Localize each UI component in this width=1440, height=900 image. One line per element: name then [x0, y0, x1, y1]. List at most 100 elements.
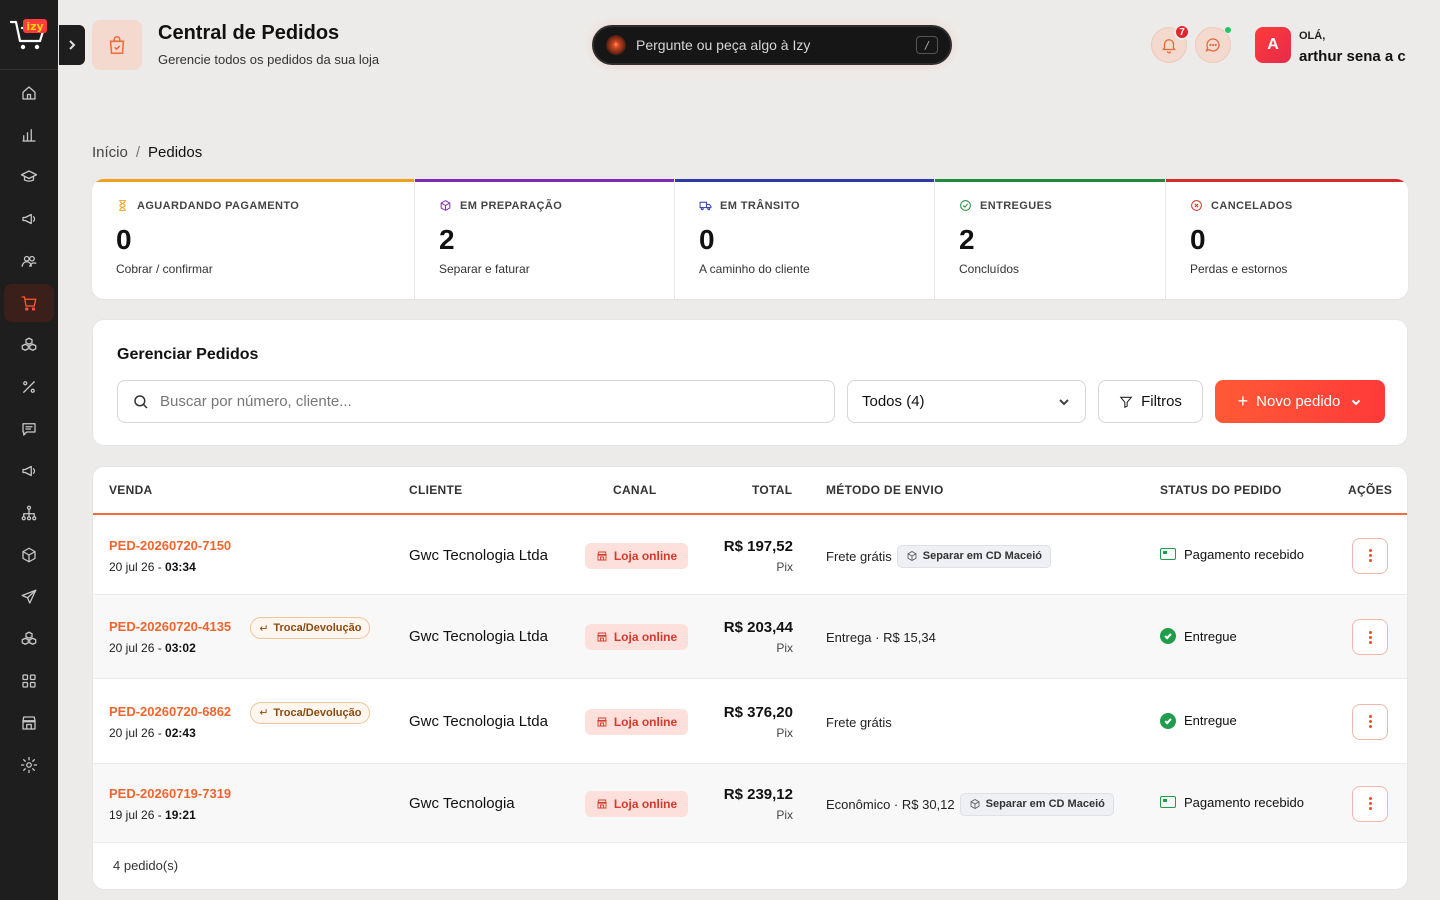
- row-actions-button[interactable]: [1352, 537, 1388, 574]
- shopping-cart-icon: [21, 296, 37, 311]
- status-label: Pagamento recebido: [1184, 546, 1304, 562]
- status-select[interactable]: Todos (4): [847, 380, 1086, 423]
- order-date: 19 jul 26 - 19:21: [109, 808, 196, 822]
- stat-card[interactable]: ENTREGUES 2 Concluídos: [935, 179, 1166, 299]
- shipping-method: Frete grátis Separar em CD Maceió: [826, 544, 1051, 568]
- order-id-link[interactable]: PED-20260720-6862: [109, 704, 231, 719]
- warehouse-badge: Separar em CD Maceió: [959, 792, 1114, 816]
- chat-button[interactable]: [1195, 26, 1232, 63]
- sidebar-toggle-button[interactable]: [59, 25, 85, 65]
- avatar[interactable]: A: [1255, 27, 1291, 63]
- stat-description: Concluídos: [959, 262, 1020, 276]
- table-row[interactable]: PED-20260719-7319 19 jul 26 - 19:21 Gwc Te…: [93, 764, 1407, 843]
- breadcrumb-home[interactable]: Início: [92, 144, 128, 161]
- sidebar-item-home[interactable]: [4, 74, 54, 112]
- shipping-method: Econômico · R$ 30,12 Separar em CD Maceió: [826, 792, 1114, 816]
- table-row[interactable]: PED-20260720-4135 ↵ Troca/Devolução 20 jul …: [93, 595, 1407, 679]
- order-id-link[interactable]: PED-20260720-7150: [109, 538, 231, 553]
- shopping-bag-check-icon: [109, 36, 125, 55]
- row-actions-button[interactable]: [1352, 619, 1388, 655]
- truck-icon: [699, 201, 712, 211]
- sidebar-item-message-square[interactable]: [4, 410, 54, 448]
- sidebar-item-send[interactable]: [4, 578, 54, 616]
- header-status[interactable]: STATUS DO PEDIDO: [1160, 483, 1282, 497]
- percent-icon: [23, 381, 35, 393]
- channel-label: Loja online: [613, 714, 678, 729]
- client-name[interactable]: Gwc Tecnologia Ltda: [409, 713, 548, 730]
- sidebar-item-settings[interactable]: [4, 746, 54, 784]
- sidebar-item-percent[interactable]: [4, 368, 54, 406]
- stat-card[interactable]: AGUARDANDO PAGAMENTO 0 Cobrar / confirmar: [92, 179, 415, 299]
- sidebar-item-megaphone[interactable]: [4, 200, 54, 238]
- filter-icon: [1119, 396, 1133, 408]
- stat-card[interactable]: EM TRÂNSITO 0 A caminho do cliente: [675, 179, 935, 299]
- stat-card[interactable]: EM PREPARAÇÃO 2 Separar e faturar: [415, 179, 675, 299]
- header-client[interactable]: CLIENTE: [409, 483, 462, 497]
- order-total: R$ 203,44: [723, 619, 793, 636]
- order-id-link[interactable]: PED-20260719-7319: [109, 786, 231, 801]
- izy-logo[interactable]: izy: [0, 0, 58, 70]
- filters-label: Filtros: [1141, 393, 1182, 410]
- order-date: 20 jul 26 - 03:34: [109, 560, 196, 574]
- check-circle-icon: [960, 200, 971, 211]
- header-channel[interactable]: CANAL: [613, 483, 657, 497]
- more-vertical-icon: [1368, 715, 1372, 718]
- status-label: Entregue: [1184, 628, 1237, 644]
- order-date-day: 19 jul 26 -: [109, 807, 166, 822]
- payment-method: Pix: [776, 559, 793, 574]
- stat-value: 0: [699, 224, 715, 255]
- stat-card[interactable]: CANCELADOS 0 Perdas e estornos: [1166, 179, 1408, 299]
- sidebar-item-store[interactable]: [4, 704, 54, 742]
- notifications-button[interactable]: 7: [1151, 24, 1190, 63]
- search-icon: [134, 394, 148, 409]
- search-box[interactable]: [117, 380, 835, 423]
- sidebar-item-boxes[interactable]: [4, 326, 54, 364]
- megaphone-icon: [22, 213, 36, 225]
- new-order-button[interactable]: + Novo pedido: [1215, 380, 1385, 423]
- sidebar-item-package[interactable]: [4, 536, 54, 574]
- row-actions-button[interactable]: [1352, 785, 1388, 822]
- sidebar-item-network[interactable]: [4, 494, 54, 532]
- client-name[interactable]: Gwc Tecnologia: [409, 795, 515, 812]
- header-total[interactable]: TOTAL: [752, 483, 792, 497]
- manage-orders-panel: Gerenciar Pedidos Todos (4) Filtros + No…: [92, 319, 1408, 446]
- sidebar-item-megaphone[interactable]: [4, 452, 54, 490]
- search-input[interactable]: [160, 393, 760, 410]
- filters-button[interactable]: Filtros: [1098, 380, 1203, 423]
- graduation-cap-icon: [20, 170, 38, 182]
- status-label: Entregue: [1184, 713, 1237, 728]
- order-date-time: 03:34: [165, 559, 196, 574]
- shipping-label: Frete grátis: [826, 714, 892, 730]
- sidebar-item-shopping-cart[interactable]: [4, 284, 54, 322]
- order-date-day: 20 jul 26 -: [109, 641, 166, 655]
- sidebar-item-grid[interactable]: [4, 662, 54, 700]
- breadcrumb-separator: /: [135, 144, 141, 161]
- stat-label: AGUARDANDO PAGAMENTO: [137, 199, 300, 212]
- order-total: R$ 239,12: [723, 785, 793, 803]
- user-name[interactable]: arthur sena a c: [1299, 48, 1406, 65]
- warehouse-label: Separar em CD Maceió: [985, 798, 1105, 810]
- order-status: Entregue: [1160, 712, 1237, 729]
- stat-label: ENTREGUES: [980, 199, 1053, 212]
- shortcut-key: /: [916, 36, 938, 54]
- channel-badge: Loja online: [585, 542, 688, 569]
- header-sale[interactable]: VENDA: [109, 483, 153, 497]
- sidebar-item-graduation-cap[interactable]: [4, 158, 54, 196]
- ai-assistant-input[interactable]: ✦ Pergunte ou peça algo à Izy /: [592, 25, 952, 65]
- order-stats: AGUARDANDO PAGAMENTO 0 Cobrar / confirmar E…: [92, 179, 1408, 299]
- sidebar-item-bar-chart[interactable]: [4, 116, 54, 154]
- row-actions-button[interactable]: [1352, 703, 1388, 740]
- table-row[interactable]: PED-20260720-6862 ↵ Troca/Devolução 20 jul …: [93, 679, 1407, 764]
- client-name[interactable]: Gwc Tecnologia Ltda: [409, 547, 548, 564]
- greeting: OLÁ,: [1299, 30, 1326, 42]
- sidebar-item-users[interactable]: [4, 242, 54, 280]
- sidebar-item-boxes[interactable]: [4, 620, 54, 658]
- hourglass-icon: [119, 200, 126, 211]
- table-row[interactable]: PED-20260720-7150 20 jul 26 - 03:34 Gwc Te…: [93, 516, 1407, 595]
- stat-description: A caminho do cliente: [699, 262, 810, 276]
- header-shipping[interactable]: MÉTODO DE ENVIO: [826, 483, 944, 497]
- status-select-value: Todos (4): [862, 393, 925, 410]
- store-icon: [597, 632, 607, 642]
- client-name[interactable]: Gwc Tecnologia Ltda: [409, 628, 548, 645]
- order-id-link[interactable]: PED-20260720-4135: [109, 619, 231, 634]
